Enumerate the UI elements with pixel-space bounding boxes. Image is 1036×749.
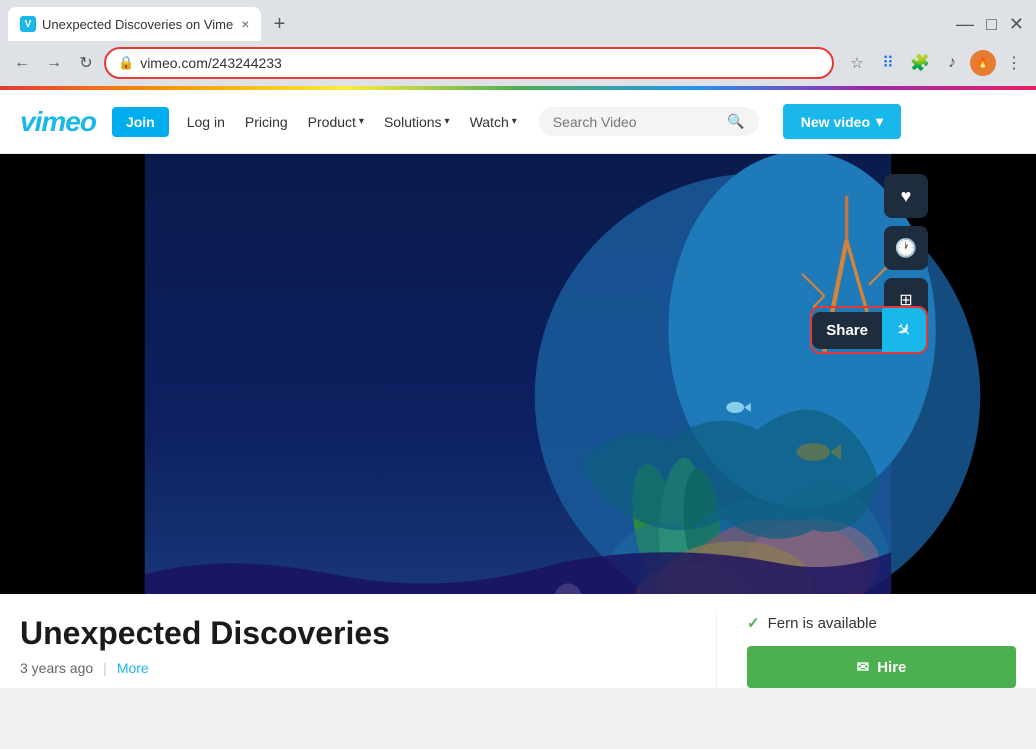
share-container: Share ✈	[810, 306, 928, 354]
title-bar: V Unexpected Discoveries on Vime × + — □…	[0, 0, 1036, 42]
maximize-button[interactable]: □	[986, 15, 997, 33]
address-bar-row: ← → ↻ 🔒 vimeo.com/243244233 ☆ ⠿ 🧩 ♪ 🔥 ⋮	[0, 42, 1036, 86]
join-button[interactable]: Join	[112, 107, 169, 137]
video-age: 3 years ago	[20, 660, 93, 676]
refresh-button[interactable]: ↻	[72, 49, 100, 77]
new-video-chevron-icon: ▾	[876, 113, 883, 130]
lock-icon: 🔒	[118, 55, 134, 71]
solutions-link[interactable]: Solutions ▾	[374, 114, 460, 130]
fern-availability: ✓ Fern is available	[747, 614, 1016, 632]
clock-icon: 🕐	[895, 238, 917, 259]
browser-tab[interactable]: V Unexpected Discoveries on Vime ×	[8, 7, 261, 41]
video-info: Unexpected Discoveries 3 years ago | Mor…	[20, 614, 716, 688]
new-video-button[interactable]: New video ▾	[783, 104, 901, 139]
apps-icon[interactable]: ⠿	[874, 49, 902, 77]
share-button[interactable]: ✈	[882, 308, 926, 352]
video-background: ♥ 🕐 ⊞ Share ✈	[0, 154, 1036, 594]
forward-button[interactable]: →	[40, 49, 68, 77]
watch-link[interactable]: Watch ▾	[460, 114, 527, 130]
creator-panel: ✓ Fern is available ✉ Hire	[716, 614, 1016, 688]
login-link[interactable]: Log in	[177, 114, 235, 130]
close-button[interactable]: ✕	[1009, 15, 1024, 33]
back-button[interactable]: ←	[8, 49, 36, 77]
check-icon: ✓	[747, 614, 760, 632]
minimize-button[interactable]: —	[956, 15, 974, 33]
search-input[interactable]	[553, 114, 722, 130]
share-label: Share	[812, 312, 882, 349]
window-controls: — □ ✕	[956, 15, 1028, 33]
vimeo-navbar: vimeo Join Log in Pricing Product ▾ Solu…	[0, 90, 1036, 154]
extension-area: ⠿ 🧩 ♪ 🔥 ⋮	[874, 49, 1028, 77]
tab-favicon: V	[20, 16, 36, 32]
video-illustration	[0, 154, 1036, 594]
side-actions: ♥ 🕐 ⊞	[884, 174, 928, 322]
address-bar[interactable]: 🔒 vimeo.com/243244233	[104, 47, 834, 79]
browser-chrome: V Unexpected Discoveries on Vime × + — □…	[0, 0, 1036, 90]
heart-icon: ♥	[901, 186, 912, 207]
url-text: vimeo.com/243244233	[140, 55, 820, 71]
hire-button[interactable]: ✉ Hire	[747, 646, 1016, 688]
page-content: vimeo Join Log in Pricing Product ▾ Solu…	[0, 90, 1036, 688]
solutions-chevron-icon: ▾	[445, 116, 450, 127]
video-meta: 3 years ago | More	[20, 660, 676, 676]
envelope-icon: ✉	[857, 658, 870, 676]
separator: |	[103, 660, 107, 676]
video-container[interactable]: ♥ 🕐 ⊞ Share ✈	[0, 154, 1036, 594]
more-link[interactable]: More	[117, 660, 149, 676]
address-actions: ☆	[844, 50, 870, 76]
media-icon[interactable]: ♪	[938, 49, 966, 77]
search-bar[interactable]: 🔍	[539, 107, 759, 136]
new-tab-button[interactable]: +	[265, 10, 293, 38]
tab-close-button[interactable]: ×	[241, 16, 249, 32]
product-chevron-icon: ▾	[359, 116, 364, 127]
like-button[interactable]: ♥	[884, 174, 928, 218]
extensions-icon[interactable]: 🧩	[906, 49, 934, 77]
search-icon: 🔍	[727, 113, 744, 130]
menu-icon[interactable]: ⋮	[1000, 49, 1028, 77]
vimeo-logo: vimeo	[20, 106, 96, 138]
pricing-link[interactable]: Pricing	[235, 114, 298, 130]
video-title: Unexpected Discoveries	[20, 614, 676, 652]
send-icon: ✈	[891, 317, 917, 343]
star-icon[interactable]: ☆	[844, 50, 870, 76]
profile-icon[interactable]: 🔥	[970, 50, 996, 76]
product-link[interactable]: Product ▾	[298, 114, 374, 130]
watch-later-button[interactable]: 🕐	[884, 226, 928, 270]
below-video: Unexpected Discoveries 3 years ago | Mor…	[0, 594, 1036, 688]
watch-chevron-icon: ▾	[512, 116, 517, 127]
fern-status: Fern is available	[768, 615, 877, 632]
tab-title: Unexpected Discoveries on Vime	[42, 17, 233, 32]
